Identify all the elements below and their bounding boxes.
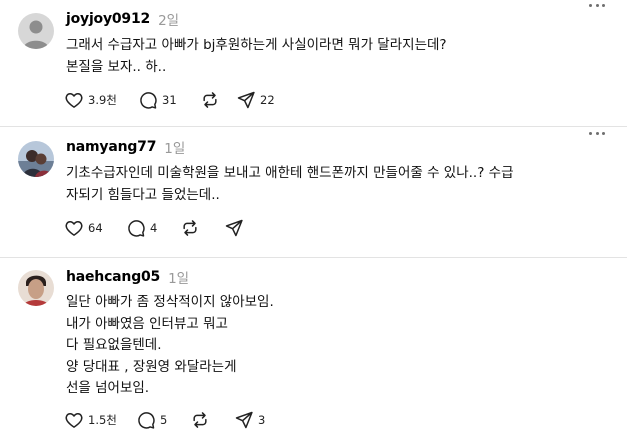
reply-button[interactable]: 31 xyxy=(138,89,200,111)
heart-icon xyxy=(65,221,83,236)
username[interactable]: haehcang05 xyxy=(66,269,160,285)
like-count: 3.9천 xyxy=(88,93,117,107)
repost-icon xyxy=(203,92,217,108)
post-time: 1일 xyxy=(168,271,190,287)
send-icon xyxy=(237,91,255,109)
like-count: 1.5천 xyxy=(88,413,117,427)
default-avatar-icon xyxy=(18,13,54,49)
like-count: 64 xyxy=(88,221,103,235)
action-bar: 3.9천 31 22 xyxy=(64,89,275,111)
post-time: 1일 xyxy=(164,141,186,157)
more-options-icon[interactable] xyxy=(589,4,605,10)
repost-button[interactable] xyxy=(190,409,234,431)
reply-count: 31 xyxy=(162,93,177,107)
comment-icon xyxy=(138,412,155,429)
action-bar: 64 4 xyxy=(64,217,244,239)
avatar[interactable] xyxy=(18,270,54,306)
repost-icon xyxy=(193,412,207,428)
post-2: namyang77 1일 기초수급자인데 미술학원을 보내고 애한테 핸드폰까지… xyxy=(0,127,627,258)
avatar[interactable] xyxy=(18,141,54,177)
like-button[interactable]: 1.5천 xyxy=(64,409,136,431)
repost-icon xyxy=(183,220,197,236)
like-button[interactable]: 64 xyxy=(64,217,126,239)
post-3: haehcang05 1일 일단 아빠가 좀 정삭적이지 않아보임. 내가 아빠… xyxy=(0,258,627,437)
user-photo-icon xyxy=(18,270,54,306)
username[interactable]: namyang77 xyxy=(66,139,156,155)
comment-icon xyxy=(128,220,145,237)
repost-button[interactable] xyxy=(180,217,224,239)
repost-button[interactable] xyxy=(200,89,236,111)
post-time: 2일 xyxy=(158,13,180,29)
post-header: haehcang05 1일 xyxy=(66,267,189,287)
avatar[interactable] xyxy=(18,13,54,49)
reply-button[interactable]: 4 xyxy=(126,217,180,239)
like-button[interactable]: 3.9천 xyxy=(64,89,138,111)
heart-icon xyxy=(65,93,83,108)
send-icon xyxy=(225,219,243,237)
share-button[interactable]: 22 xyxy=(236,89,275,111)
share-count: 22 xyxy=(260,93,275,107)
post-text: 기초수급자인데 미술학원을 보내고 애한테 핸드폰까지 만들어줄 수 있나..?… xyxy=(66,165,514,203)
share-button[interactable]: 3 xyxy=(234,409,265,431)
reply-count: 5 xyxy=(160,413,168,427)
post-1: joyjoy0912 2일 그래서 수급자고 아빠가 bj후원하는게 사실이라면… xyxy=(0,0,627,126)
share-button[interactable] xyxy=(224,217,244,239)
post-header: namyang77 1일 xyxy=(66,137,185,157)
reply-count: 4 xyxy=(150,221,158,235)
post-text: 일단 아빠가 좀 정삭적이지 않아보임. 내가 아빠였음 인터뷰고 뭐고 다 필… xyxy=(66,294,274,396)
user-photo-icon xyxy=(18,141,54,177)
username[interactable]: joyjoy0912 xyxy=(66,11,150,27)
post-header: joyjoy0912 2일 xyxy=(66,9,179,29)
share-count: 3 xyxy=(258,413,266,427)
send-icon xyxy=(235,411,253,429)
more-options-icon[interactable] xyxy=(589,132,605,138)
reply-button[interactable]: 5 xyxy=(136,409,190,431)
heart-icon xyxy=(65,413,83,428)
action-bar: 1.5천 5 3 xyxy=(64,409,265,431)
post-text: 그래서 수급자고 아빠가 bj후원하는게 사실이라면 뭐가 달라지는데? 본질을… xyxy=(66,37,447,75)
comment-icon xyxy=(140,92,157,109)
